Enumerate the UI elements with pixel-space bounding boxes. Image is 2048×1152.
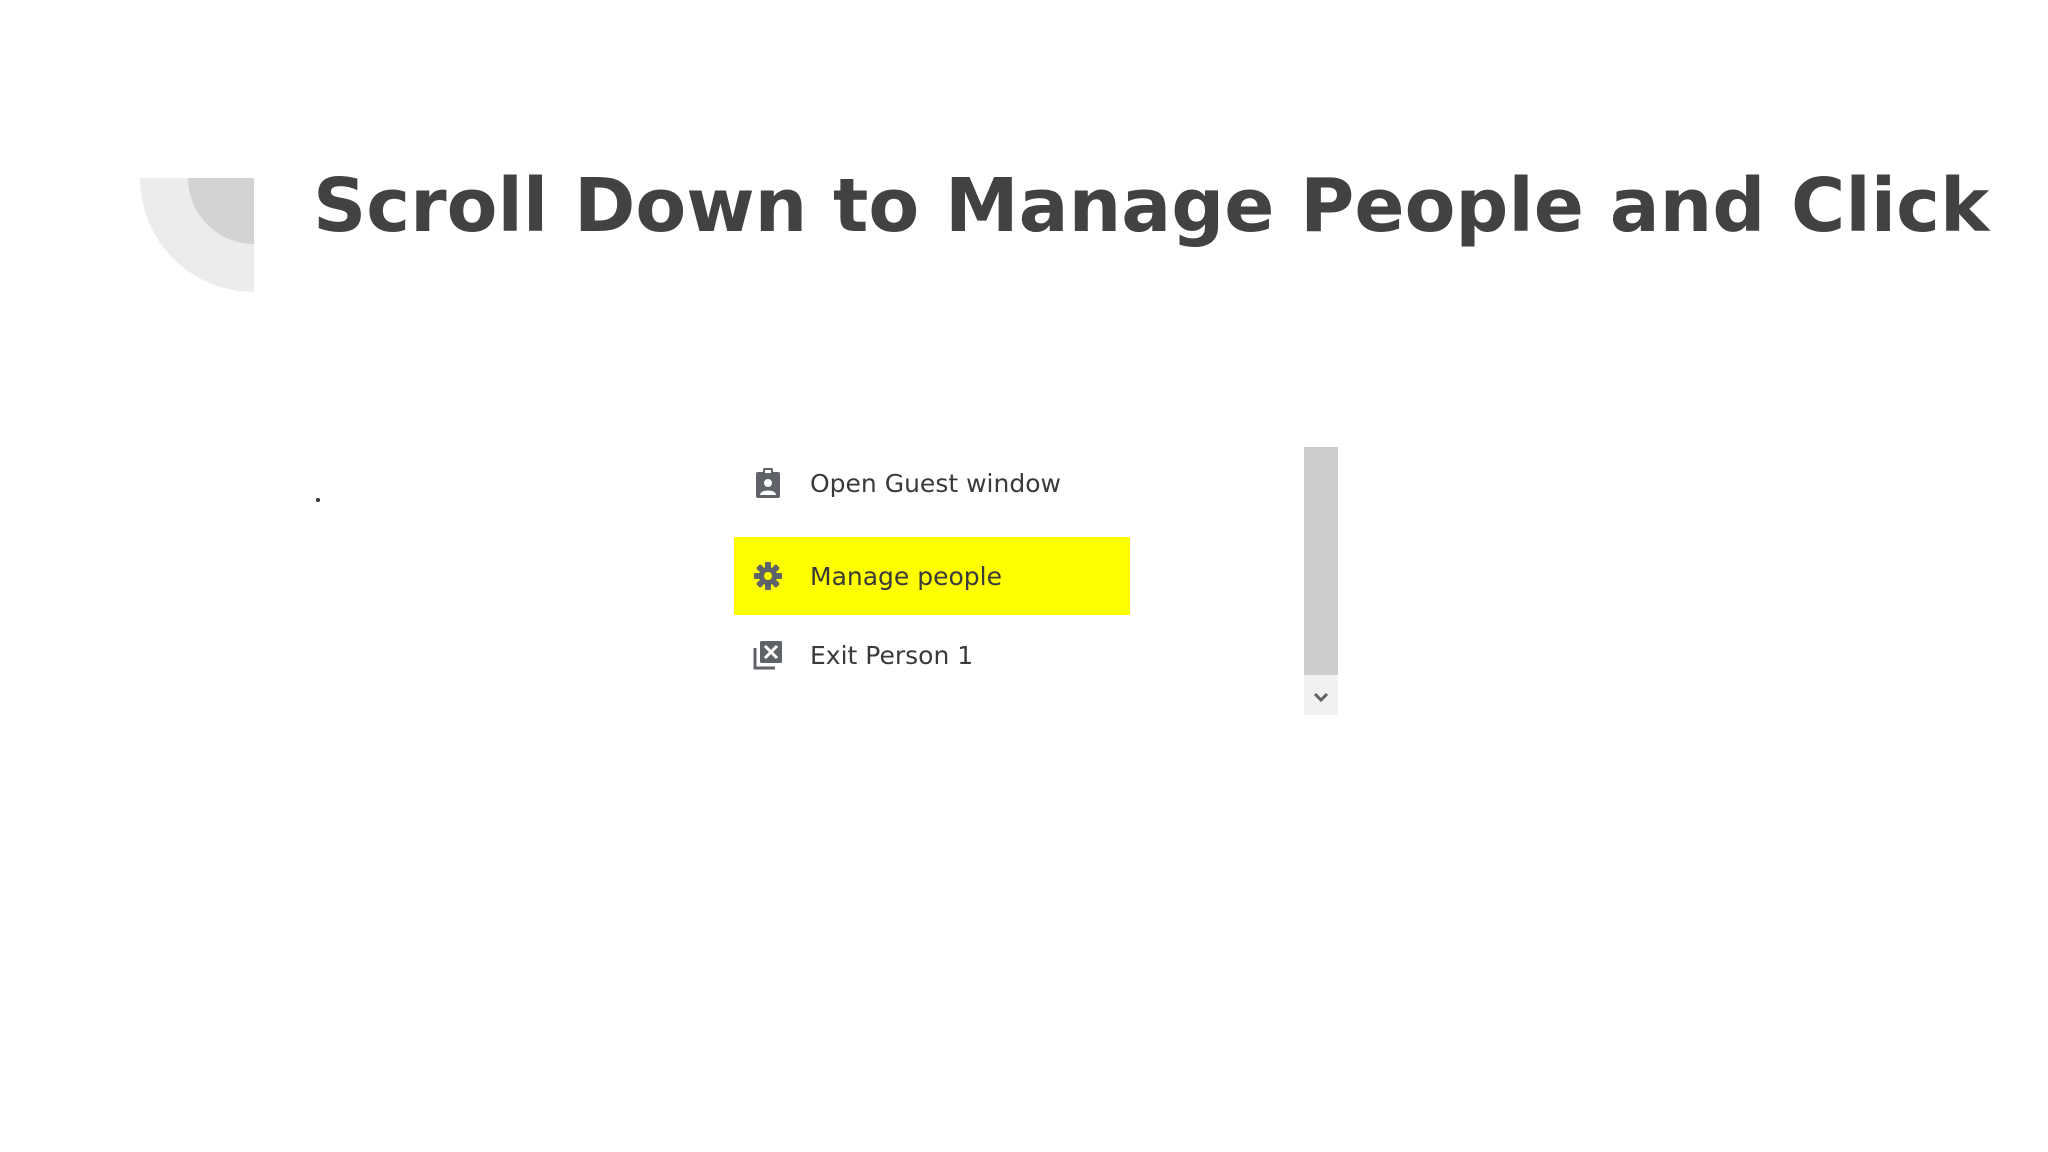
menu-item-open-guest-window[interactable]: Open Guest window <box>734 444 1130 522</box>
stray-dot <box>316 498 320 502</box>
menu-scrollbar[interactable] <box>1304 447 1338 715</box>
menu-item-exit-person[interactable]: Exit Person 1 <box>734 616 1130 694</box>
menu-item-manage-people[interactable]: Manage people <box>734 537 1130 615</box>
scrollbar-thumb[interactable] <box>1304 447 1338 675</box>
corner-decoration <box>140 178 254 292</box>
slide-title: Scroll Down to Manage People and Click <box>313 163 1990 249</box>
exit-window-icon <box>752 639 784 671</box>
menu-item-label: Exit Person 1 <box>810 640 974 670</box>
guest-badge-icon <box>752 467 784 499</box>
chevron-down-icon <box>1313 692 1329 703</box>
gear-icon <box>752 560 784 592</box>
menu-item-label: Manage people <box>810 561 1002 591</box>
scroll-down-arrow[interactable] <box>1304 679 1338 715</box>
menu-item-label: Open Guest window <box>810 468 1061 498</box>
